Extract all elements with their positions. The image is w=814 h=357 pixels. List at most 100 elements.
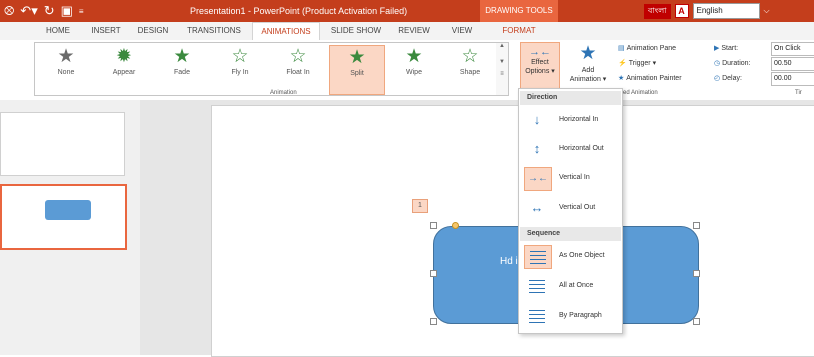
adjust-handle[interactable] bbox=[452, 222, 459, 229]
menu-item-horizontal-in[interactable]: ↓ Horizontal In bbox=[523, 107, 618, 133]
star-icon: ★ bbox=[405, 46, 423, 67]
gallery-scrollbar[interactable]: ▲ ▼ ≡ bbox=[496, 42, 509, 96]
menu-item-label: By Paragraph bbox=[559, 312, 602, 319]
effect-options-button[interactable]: →← Effect Options ▾ bbox=[520, 42, 560, 92]
animation-group-label: Animation bbox=[270, 90, 297, 96]
tab-slide-show[interactable]: SLIDE SHOW bbox=[328, 22, 384, 40]
star-icon: ★ bbox=[173, 46, 191, 67]
tab-home[interactable]: HOME bbox=[40, 22, 76, 40]
animation-label: Float In bbox=[286, 69, 310, 76]
redo-icon[interactable]: ↻ bbox=[44, 3, 55, 19]
star-add-icon: ★ bbox=[579, 43, 597, 64]
resize-handle[interactable] bbox=[693, 222, 700, 229]
quick-access-toolbar: ⮾ ↶▾ ↻ ▣ ≡ bbox=[0, 0, 84, 22]
animation-painter-label: Animation Painter bbox=[626, 75, 682, 82]
save-icon[interactable]: ⮾ bbox=[4, 3, 14, 19]
star-icon: ★ bbox=[57, 46, 75, 67]
customize-qat-icon[interactable]: ≡ bbox=[79, 7, 84, 16]
painter-icon: ★ bbox=[618, 75, 625, 82]
delay-text: Delay: bbox=[722, 75, 742, 82]
animation-fade[interactable]: ★ Fade bbox=[155, 45, 209, 93]
menu-item-label: Horizontal Out bbox=[559, 145, 604, 152]
menu-item-by-paragraph[interactable]: By Paragraph bbox=[523, 303, 618, 329]
animation-none[interactable]: ★ None bbox=[39, 45, 93, 93]
menu-item-as-one-object[interactable]: As One Object bbox=[523, 243, 618, 269]
tab-insert[interactable]: INSERT bbox=[86, 22, 126, 40]
sequence-header: Sequence bbox=[520, 227, 621, 241]
animation-label: Split bbox=[350, 70, 364, 77]
start-select[interactable]: On Click bbox=[771, 42, 814, 56]
advanced-animation-group-label: ced Animation bbox=[620, 90, 658, 96]
horizontal-out-icon: ↕ bbox=[533, 141, 541, 156]
language-select[interactable]: English bbox=[692, 3, 760, 19]
chevron-up-icon[interactable]: ▲ bbox=[496, 43, 508, 49]
add-animation-label: Add bbox=[581, 67, 595, 74]
duration-text: Duration: bbox=[722, 60, 751, 67]
chevron-down-icon[interactable]: ▼ bbox=[496, 59, 508, 65]
animation-pane-label: Animation Pane bbox=[626, 45, 677, 52]
animation-label: Fly In bbox=[231, 69, 249, 76]
lightning-icon: ⚡ bbox=[618, 60, 627, 67]
menu-item-horizontal-out[interactable]: ↕ Horizontal Out bbox=[523, 136, 618, 162]
animation-wipe[interactable]: ★ Wipe bbox=[387, 45, 441, 93]
animation-sequence-badge[interactable]: 1 bbox=[412, 199, 428, 213]
timer-icon: ◴ bbox=[714, 75, 721, 82]
animation-painter-button[interactable]: ★ Animation Painter bbox=[618, 72, 682, 86]
as-one-object-icon bbox=[524, 245, 552, 269]
menu-item-label: Vertical In bbox=[559, 174, 590, 181]
resize-handle[interactable] bbox=[430, 222, 437, 229]
animation-label: Fade bbox=[174, 69, 190, 76]
star-icon: ☆ bbox=[461, 46, 479, 67]
menu-item-label: Horizontal In bbox=[559, 116, 599, 123]
tab-animations[interactable]: ANIMATIONS bbox=[252, 22, 320, 42]
language-bar: বাংলা A English ⌵ bbox=[644, 3, 770, 19]
animation-label: Wipe bbox=[406, 69, 422, 76]
animation-shape[interactable]: ☆ Shape bbox=[443, 45, 497, 93]
clock-icon: ◷ bbox=[714, 60, 721, 67]
tab-transitions[interactable]: TRANSITIONS bbox=[183, 22, 245, 40]
vertical-out-icon: ↔ bbox=[530, 200, 544, 215]
tab-view[interactable]: VIEW bbox=[447, 22, 477, 40]
trigger-label: Trigger ▾ bbox=[628, 60, 657, 67]
tab-design[interactable]: DESIGN bbox=[134, 22, 172, 40]
play-icon: ▶ bbox=[714, 45, 720, 52]
delay-field[interactable]: 00.00 bbox=[771, 72, 814, 86]
animation-label: None bbox=[57, 69, 75, 76]
animation-float-in[interactable]: ☆ Float In bbox=[271, 45, 325, 93]
animation-appear[interactable]: ✹ Appear bbox=[97, 45, 151, 93]
resize-handle[interactable] bbox=[693, 270, 700, 277]
menu-item-label: All at Once bbox=[559, 282, 594, 289]
tab-review[interactable]: REVIEW bbox=[394, 22, 434, 40]
more-icon[interactable]: ≡ bbox=[496, 71, 508, 77]
menu-item-vertical-out[interactable]: ↔ Vertical Out bbox=[523, 195, 618, 221]
undo-icon[interactable]: ↶▾ bbox=[20, 3, 37, 19]
shape-text[interactable]: Hd i bbox=[500, 256, 518, 267]
timing-group-label: Tir bbox=[795, 90, 802, 96]
menu-item-all-at-once[interactable]: All at Once bbox=[523, 273, 618, 299]
effect-options-label-2: Options ▾ bbox=[525, 68, 555, 75]
by-paragraph-icon bbox=[524, 305, 550, 327]
animation-gallery: ★ None ✹ Appear ★ Fade ☆ Fly In ☆ Float In ★ S… bbox=[34, 42, 498, 96]
add-animation-button[interactable]: ★ Add Animation ▾ bbox=[566, 42, 610, 90]
input-language-indicator[interactable]: বাংলা bbox=[644, 3, 671, 19]
duration-field[interactable]: 00.50 bbox=[771, 57, 814, 71]
menu-item-vertical-in[interactable]: →← Vertical In bbox=[523, 165, 618, 191]
resize-handle[interactable] bbox=[430, 270, 437, 277]
animation-split[interactable]: ★ Split bbox=[329, 45, 385, 95]
slideshow-icon[interactable]: ▣ bbox=[61, 3, 73, 19]
keyboard-icon[interactable]: A bbox=[674, 4, 689, 18]
resize-handle[interactable] bbox=[693, 318, 700, 325]
animation-fly-in[interactable]: ☆ Fly In bbox=[213, 45, 267, 93]
tab-format[interactable]: FORMAT bbox=[494, 22, 544, 40]
trigger-button[interactable]: ⚡ Trigger ▾ bbox=[618, 57, 656, 71]
resize-handle[interactable] bbox=[430, 318, 437, 325]
menu-item-label: As One Object bbox=[559, 252, 605, 259]
star-icon: ☆ bbox=[231, 46, 249, 67]
thumbnail-shape bbox=[45, 200, 91, 220]
slide-thumbnail-1[interactable] bbox=[0, 112, 125, 176]
arrows-inward-icon: →← bbox=[529, 46, 551, 58]
animation-pane-button[interactable]: ▤ Animation Pane bbox=[618, 42, 676, 56]
menu-item-label: Vertical Out bbox=[559, 204, 596, 211]
chevron-down-icon[interactable]: ⌵ bbox=[764, 6, 770, 16]
star-icon: ☆ bbox=[289, 46, 307, 67]
